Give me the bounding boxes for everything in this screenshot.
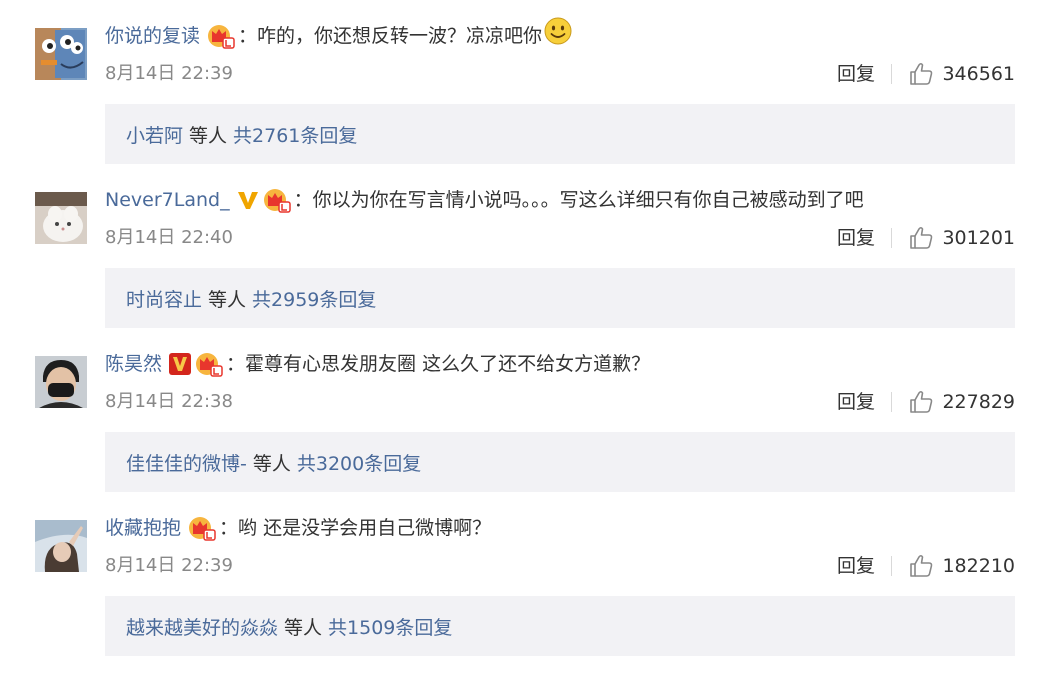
colon-separator: ： [226, 353, 246, 375]
reply-button[interactable]: 回复 [837, 550, 875, 582]
username-link[interactable]: Never7Land_ [105, 184, 230, 216]
comment-footer: 8月14日 22:38 回复 227829 [105, 386, 1015, 418]
reply-user-link[interactable]: 佳佳佳的微博- [126, 449, 247, 476]
colon-separator: ： [293, 189, 313, 211]
reply-button[interactable]: 回复 [837, 58, 875, 90]
reply-etc-label: 等人 [208, 288, 247, 311]
comment-header: 陈昊然 ： 霍尊有心思发朋友圈 这么久了还不给女方道歉？ [105, 348, 650, 380]
comment-header: Never7Land_ ： 你以为你在写言情小说吗。。。写这么详细只有你自己被感… [105, 184, 864, 216]
comment-text: 霍尊有心思发朋友圈 这么久了还不给女方道歉？ [245, 353, 651, 375]
reply-user-link[interactable]: 时尚容止 [126, 285, 202, 312]
view-replies-link[interactable]: 共2959条回复 [252, 285, 376, 312]
reply-user-link[interactable]: 越来越美好的焱焱 [126, 613, 278, 640]
reply-button[interactable]: 回复 [837, 222, 875, 254]
timestamp: 8月14日 22:39 [105, 63, 233, 84]
thumbs-up-icon [910, 226, 933, 249]
vip-crown-icon[interactable] [194, 351, 224, 377]
comment-footer: 8月14日 22:40 回复 301201 [105, 222, 1015, 254]
reply-summary: 小若阿 等人 共2761条回复 [105, 104, 1015, 164]
comment-item: 你说的复读 ： 咋的，你还想反转一波？凉凉吧你 8月14日 22:39 回复 3… [0, 0, 1051, 164]
like-count: 301201 [942, 227, 1015, 249]
comment-item: 陈昊然 ： 霍尊有心思发朋友圈 这么久了还不给女方道歉？ 8月14日 22:38… [0, 328, 1051, 492]
thumbs-up-icon [910, 62, 933, 85]
like-count: 182210 [942, 555, 1015, 577]
like-button[interactable]: 227829 [908, 386, 1015, 418]
reply-etc-label: 等人 [284, 616, 323, 639]
username-link[interactable]: 你说的复读 [105, 20, 200, 52]
reply-summary: 越来越美好的焱焱 等人 共1509条回复 [105, 596, 1015, 656]
timestamp: 8月14日 22:39 [105, 555, 233, 576]
reply-button[interactable]: 回复 [837, 386, 875, 418]
smile-emoji-icon [543, 16, 573, 56]
divider [891, 64, 892, 84]
comment-text: 你以为你在写言情小说吗。。。写这么详细只有你自己被感动到了吧 [312, 189, 864, 211]
like-button[interactable]: 346561 [908, 58, 1015, 90]
reply-summary: 佳佳佳的微博- 等人 共3200条回复 [105, 432, 1015, 492]
divider [891, 556, 892, 576]
vip-crown-icon[interactable] [262, 187, 292, 213]
like-count: 346561 [942, 63, 1015, 85]
like-button[interactable]: 301201 [908, 222, 1015, 254]
view-replies-link[interactable]: 共1509条回复 [328, 613, 452, 640]
comment-item: 收藏抱抱 ： 哟 还是没学会用自己微博啊？ 8月14日 22:39 回复 182… [0, 492, 1051, 656]
verified-v-icon[interactable] [236, 188, 260, 212]
timestamp: 8月14日 22:40 [105, 227, 233, 248]
username-link[interactable]: 收藏抱抱 [105, 512, 181, 544]
comment-list: 你说的复读 ： 咋的，你还想反转一波？凉凉吧你 8月14日 22:39 回复 3… [0, 0, 1051, 673]
view-replies-link[interactable]: 共3200条回复 [297, 449, 421, 476]
colon-separator: ： [219, 517, 239, 539]
avatar[interactable] [35, 356, 87, 408]
avatar[interactable] [35, 192, 87, 244]
timestamp: 8月14日 22:38 [105, 391, 233, 412]
thumbs-up-icon [910, 390, 933, 413]
like-count: 227829 [942, 391, 1015, 413]
like-button[interactable]: 182210 [908, 550, 1015, 582]
avatar[interactable] [35, 28, 87, 80]
reply-etc-label: 等人 [252, 452, 291, 475]
divider [891, 392, 892, 412]
reply-user-link[interactable]: 小若阿 [126, 121, 183, 148]
comment-footer: 8月14日 22:39 回复 182210 [105, 550, 1015, 582]
vip-crown-icon[interactable] [206, 23, 236, 49]
divider [891, 228, 892, 248]
comment-text: 哟 还是没学会用自己微博啊？ [238, 517, 492, 539]
comment-header: 收藏抱抱 ： 哟 还是没学会用自己微博啊？ [105, 512, 491, 544]
view-replies-link[interactable]: 共2761条回复 [233, 121, 357, 148]
comment-footer: 8月14日 22:39 回复 346561 [105, 58, 1015, 90]
verified-v-icon[interactable] [168, 352, 192, 376]
reply-summary: 时尚容止 等人 共2959条回复 [105, 268, 1015, 328]
colon-separator: ： [238, 25, 258, 47]
username-link[interactable]: 陈昊然 [105, 348, 162, 380]
vip-crown-icon[interactable] [187, 515, 217, 541]
reply-etc-label: 等人 [189, 124, 228, 147]
avatar[interactable] [35, 520, 87, 572]
thumbs-up-icon [910, 554, 933, 577]
comment-item: Never7Land_ ： 你以为你在写言情小说吗。。。写这么详细只有你自己被感… [0, 164, 1051, 328]
comment-header: 你说的复读 ： 咋的，你还想反转一波？凉凉吧你 [105, 17, 573, 52]
comment-text: 咋的，你还想反转一波？凉凉吧你 [257, 25, 543, 47]
